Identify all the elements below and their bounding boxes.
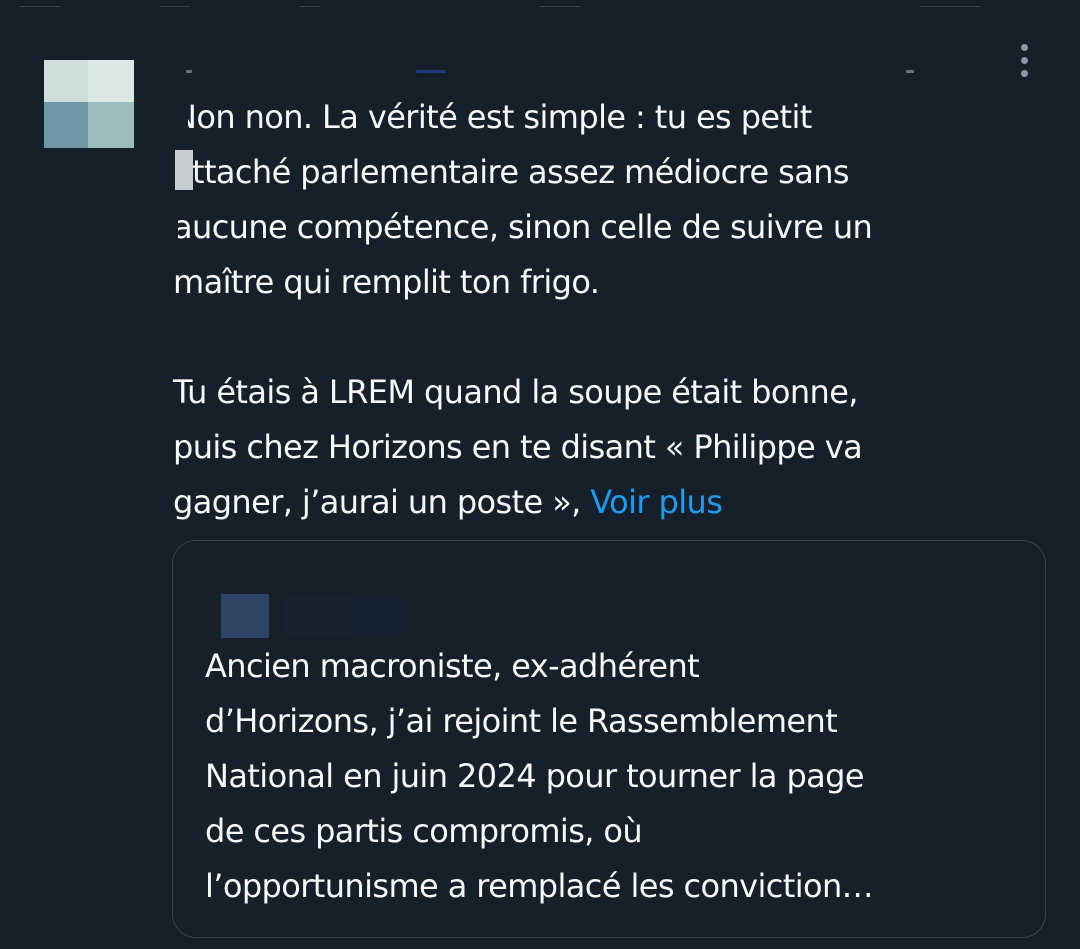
voir-plus-link[interactable]: Voir plus (590, 483, 723, 521)
reply-line-4: maître qui remplit ton frigo. (173, 263, 600, 301)
more-vertical-icon[interactable] (1008, 38, 1040, 82)
quoted-avatar[interactable] (221, 594, 269, 638)
reply-line-2: attaché parlementaire assez médiocre san… (173, 153, 850, 191)
redaction-block (175, 150, 193, 190)
redacted-quoted-handle (353, 597, 403, 635)
reply-line-7: puis chez Horizons en te disant « Philip… (173, 428, 863, 466)
redacted-quoted-date (533, 597, 663, 635)
reply-line-3: aucune compétence, sinon celle de suivre… (173, 208, 873, 246)
redaction-mask (168, 92, 188, 132)
top-divider (0, 0, 1080, 7)
redaction-mask (168, 200, 178, 240)
quoted-post-text: Ancien macroniste, ex-adhérent d’Horizon… (205, 647, 874, 905)
reply-line-6: Tu étais à LREM quand la soupe était bon… (173, 373, 858, 411)
redacted-user-header (186, 66, 926, 74)
reply-text: Non non. La vérité est simple : tu es pe… (173, 90, 1053, 530)
reply-line-1: Non non. La vérité est simple : tu es pe… (173, 98, 812, 136)
avatar[interactable] (44, 60, 134, 148)
quoted-post-card[interactable]: Ancien macroniste, ex-adhérent d’Horizon… (172, 540, 1046, 938)
reply-line-8: gagner, j’aurai un poste », (173, 483, 581, 521)
